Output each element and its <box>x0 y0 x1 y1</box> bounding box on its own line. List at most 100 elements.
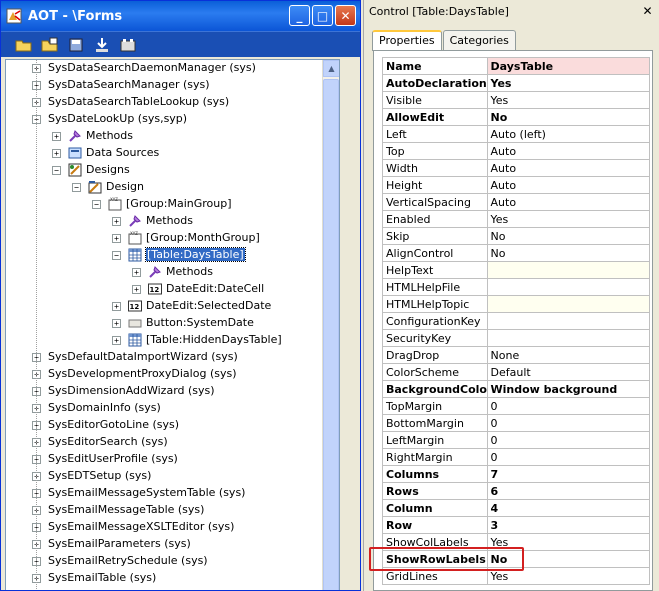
property-value[interactable]: 0 <box>486 414 651 432</box>
property-value[interactable]: 0 <box>486 448 651 466</box>
collapse-icon[interactable]: − <box>112 251 121 260</box>
property-row[interactable]: VerticalSpacing Auto <box>382 193 651 211</box>
property-row[interactable]: RightMargin 0 <box>382 448 651 466</box>
property-row[interactable]: Top Auto <box>382 142 651 160</box>
property-row[interactable]: TopMargin 0 <box>382 397 651 415</box>
property-row[interactable]: HelpText <box>382 261 651 279</box>
property-value[interactable]: No <box>486 108 651 126</box>
scroll-up-arrow-icon[interactable]: ▲ <box>323 60 339 77</box>
tree-item-label[interactable]: DateEdit:DateCell <box>166 282 264 295</box>
tree-item-label[interactable]: SysDataSearchDaemonManager (sys) <box>48 61 256 74</box>
property-row[interactable]: Row 3 <box>382 516 651 534</box>
tree-item-label[interactable]: SysEditUserProfile (sys) <box>48 452 178 465</box>
tree-item-label[interactable]: Design <box>106 180 144 193</box>
property-value[interactable]: Auto (left) <box>486 125 651 143</box>
tree-item-label[interactable]: SysDimensionAddWizard (sys) <box>48 384 215 397</box>
tree-item[interactable]: + SysDataSearchTableLookup (sys) <box>6 94 324 111</box>
tree-vertical-scrollbar[interactable]: ▲ <box>322 60 339 590</box>
tree-item-label[interactable]: SysEmailParameters (sys) <box>48 537 191 550</box>
tree-item-label[interactable]: [Table:DaysTable] <box>145 247 246 262</box>
tab-categories[interactable]: Categories <box>442 30 516 50</box>
tree-item[interactable]: + XYZ [Group:MonthGroup] <box>6 230 324 247</box>
property-value[interactable]: 4 <box>486 499 651 517</box>
close-button[interactable]: ✕ <box>335 5 356 26</box>
property-name-value[interactable]: DaysTable <box>486 57 651 75</box>
scrollbar-thumb[interactable] <box>323 79 339 590</box>
tree-item-label[interactable]: SysDataSearchTableLookup (sys) <box>48 95 229 108</box>
property-row[interactable]: BackgroundColor Window background <box>382 380 651 398</box>
tree-item-label[interactable]: SysDefaultDataImportWizard (sys) <box>48 350 238 363</box>
tree-item-label[interactable]: SysEmailMessageSystemTable (sys) <box>48 486 245 499</box>
property-value[interactable]: Auto <box>486 176 651 194</box>
tree-item-label[interactable]: [Group:MainGroup] <box>126 197 232 210</box>
aot-title-bar[interactable]: AOT - \Forms _ □ ✕ <box>1 1 360 31</box>
tree-item-label[interactable]: [Table:HiddenDaysTable] <box>146 333 282 346</box>
tree-item[interactable]: + Methods <box>6 128 324 145</box>
expand-icon[interactable]: + <box>112 319 121 328</box>
tree-item[interactable]: + SysDimensionAddWizard (sys) <box>6 383 324 400</box>
collapse-icon[interactable]: − <box>92 200 101 209</box>
tree-item[interactable]: + SysEditorSearch (sys) <box>6 434 324 451</box>
tree-item-label[interactable]: SysEmailMessageTable (sys) <box>48 503 204 516</box>
tree-item[interactable]: + SysEmailMessageXSLTEditor (sys) <box>6 519 324 536</box>
property-row[interactable]: ColorScheme Default <box>382 363 651 381</box>
property-value[interactable]: 7 <box>486 465 651 483</box>
tree-item[interactable]: +12 DateEdit:DateCell <box>6 281 324 298</box>
tree-item-label[interactable]: SysEditorSearch (sys) <box>48 435 168 448</box>
properties-close-icon[interactable]: ✕ <box>640 3 655 18</box>
tree-item[interactable]: + Methods <box>6 213 324 230</box>
tree-item-label[interactable]: SysEmailMessageXSLTEditor (sys) <box>48 520 234 533</box>
tree-item-label[interactable]: Designs <box>86 163 130 176</box>
property-value[interactable] <box>486 312 651 330</box>
tree-item-label[interactable]: DateEdit:SelectedDate <box>146 299 271 312</box>
property-row[interactable]: AutoDeclaration Yes <box>382 74 651 92</box>
tree-item-label[interactable]: SysDomainInfo (sys) <box>48 401 161 414</box>
expand-icon[interactable]: + <box>52 132 61 141</box>
tree-item-label[interactable]: SysDateLookUp (sys,syp) <box>48 112 187 125</box>
property-row[interactable]: Rows 6 <box>382 482 651 500</box>
property-row[interactable]: LeftMargin 0 <box>382 431 651 449</box>
property-value[interactable]: 0 <box>486 431 651 449</box>
tree-item[interactable]: + SysDefaultDataImportWizard (sys) <box>6 349 324 366</box>
property-row[interactable]: ConfigurationKey <box>382 312 651 330</box>
expand-icon[interactable]: + <box>52 149 61 158</box>
expand-icon[interactable]: + <box>112 217 121 226</box>
tree-item-label[interactable]: SysEDTSetup (sys) <box>48 469 151 482</box>
property-value[interactable]: Yes <box>486 210 651 228</box>
property-value[interactable]: Default <box>486 363 651 381</box>
property-row[interactable]: Left Auto (left) <box>382 125 651 143</box>
property-row[interactable]: AllowEdit No <box>382 108 651 126</box>
tree-item-label[interactable]: SysDataSearchManager (sys) <box>48 78 210 91</box>
property-row[interactable]: DragDrop None <box>382 346 651 364</box>
property-value[interactable]: No <box>486 227 651 245</box>
property-row[interactable]: Skip No <box>382 227 651 245</box>
maximize-button[interactable]: □ <box>312 5 333 26</box>
property-row[interactable]: HTMLHelpTopic <box>382 295 651 313</box>
property-value[interactable]: Yes <box>486 91 651 109</box>
tree-item[interactable]: + SysDataSearchDaemonManager (sys) <box>6 60 324 77</box>
tree-item[interactable]: − XYZ [Group:MainGroup] <box>6 196 324 213</box>
tree-item-label[interactable]: SysEmailTable (sys) <box>48 571 156 584</box>
tree-item[interactable]: − Designs <box>6 162 324 179</box>
tree-item[interactable]: + SysEditorGotoLine (sys) <box>6 417 324 434</box>
property-value[interactable]: No <box>486 244 651 262</box>
tree-item[interactable]: + SysEmailMessageSystemTable (sys) <box>6 485 324 502</box>
aot-tree[interactable]: + SysDataSearchDaemonManager (sys) + SysDat… <box>5 59 340 590</box>
expand-icon[interactable]: + <box>112 336 121 345</box>
property-row[interactable]: Height Auto <box>382 176 651 194</box>
property-value[interactable]: 6 <box>486 482 651 500</box>
collapse-icon[interactable]: − <box>52 166 61 175</box>
property-value[interactable]: Auto <box>486 142 651 160</box>
property-row[interactable]: Column 4 <box>382 499 651 517</box>
property-value[interactable] <box>486 278 651 296</box>
property-row[interactable]: AlignControl No <box>382 244 651 262</box>
compile-icon[interactable] <box>119 37 137 53</box>
property-row[interactable]: Visible Yes <box>382 91 651 109</box>
tree-item[interactable]: + SysDevelopmentProxyDialog (sys) <box>6 366 324 383</box>
property-row[interactable]: Columns 7 <box>382 465 651 483</box>
property-value[interactable]: None <box>486 346 651 364</box>
tree-item[interactable]: + SysEditUserProfile (sys) <box>6 451 324 468</box>
properties-title-bar[interactable]: Control [Table:DaysTable] ✕ <box>364 0 659 22</box>
property-row[interactable]: SecurityKey <box>382 329 651 347</box>
property-value[interactable]: Yes <box>486 74 651 92</box>
